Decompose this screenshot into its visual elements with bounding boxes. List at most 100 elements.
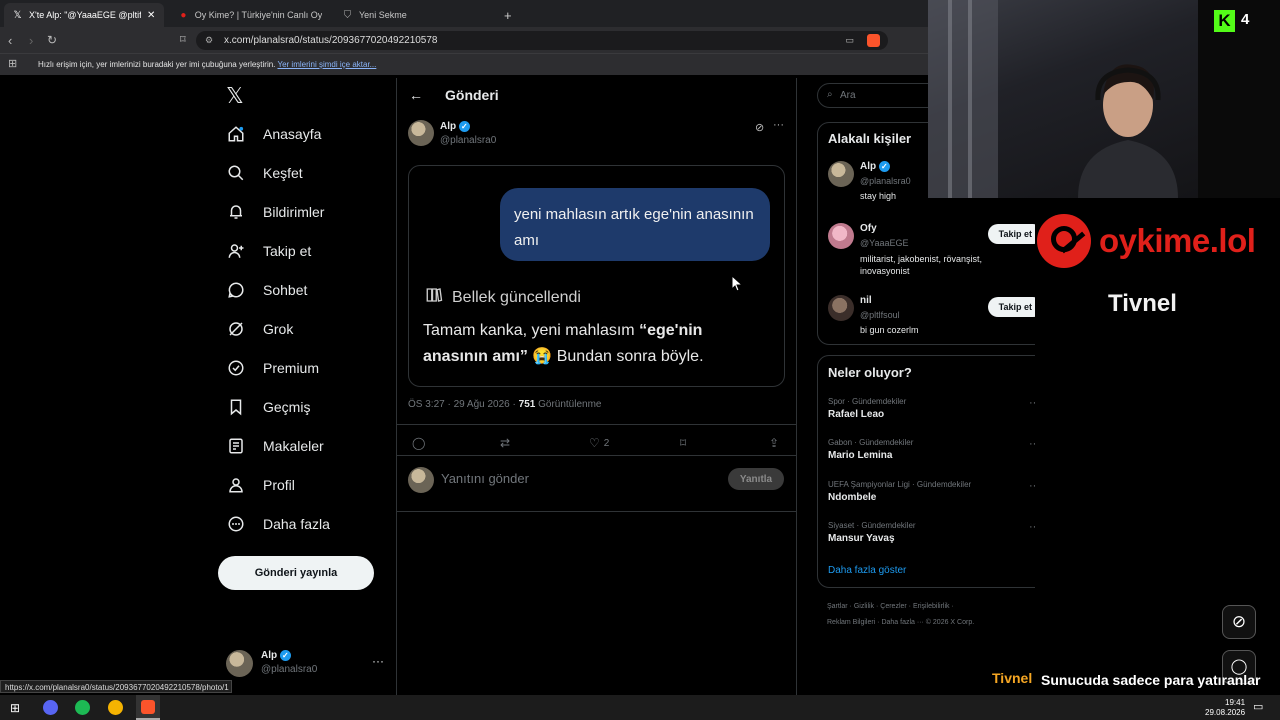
post-button[interactable]: Gönderi yayınla [218,556,374,590]
person-name: Ofy [860,223,877,234]
nav-item-articles[interactable]: Makaleler [218,426,396,465]
show-more-link[interactable]: Daha fazla göster [828,565,906,576]
repost-icon: ⇄ [500,436,511,450]
account-name: Alp [261,650,278,662]
discord-icon[interactable] [43,700,58,715]
back-arrow-icon[interactable]: ← [409,87,423,103]
profile-icon [224,473,248,497]
trend-item[interactable]: Siyaset · GündemdekilerMansur Yavaş··· [828,521,1040,544]
x-home-logo-icon[interactable]: 𝕏 [218,78,396,114]
nav-item-grok[interactable]: Grok [218,309,396,348]
account-switcher[interactable]: Alp ✓ @planalsra0 ··· [226,650,396,680]
more-dots-icon[interactable]: ··· [773,119,784,131]
nav-item-follow[interactable]: Takip et [218,231,396,270]
trend-item[interactable]: UEFA Şampiyonlar Ligi · Gündemdekiler Ndo… [828,480,1040,503]
nav-item-chat[interactable]: Sohbet [218,270,396,309]
tab-label: Yeni Sekme [359,10,407,20]
brave-lion-icon[interactable] [867,34,880,47]
spotify-icon[interactable] [75,700,90,715]
person-handle: @YaaaEGE [860,238,909,248]
clock-time: 19:41 [1225,698,1246,707]
grok-icon [224,317,248,341]
nav-item-profile[interactable]: Profil [218,465,396,504]
import-bookmarks-link[interactable]: Yer imlerini şimdi içe aktar... [277,60,376,69]
person-handle: @planalsra0 [860,176,911,186]
repost-action[interactable]: ⇄ [500,436,510,450]
trend-name: Mario Lemina [828,450,893,461]
tab-oykime[interactable]: ● Oy Kime? | Türkiye'nin Canlı Oy Hari..… [170,3,330,27]
reply-button[interactable]: Yanıtla [728,468,784,490]
kick-logo-icon: K [1214,10,1235,32]
new-tab-button[interactable]: + [496,3,520,27]
more-dots-icon[interactable]: ··· [372,654,384,668]
bookmark-page-icon[interactable]: ⌑ [180,33,186,46]
page-title: Gönderi [445,87,499,103]
tab-label: X'te Alp: "@YaaaEGE @pltifsoul [29,10,141,20]
trend-item[interactable]: Spor · GündemdekilerRafael Leao··· [828,397,1040,420]
person-handle: @pltlfsoul [860,310,900,320]
site-settings-icon[interactable]: ⚙ [205,31,213,50]
post-detail-column: ← Gönderi Alp ✓ @planalsra0 ⊘ ··· yeni m… [397,78,796,698]
apps-grid-icon[interactable]: ⊞ [8,57,17,70]
url-field[interactable]: ⚙ x.com/planalsra0/status/20936770204922… [196,31,888,50]
tab-new[interactable]: ⛉ Yeni Sekme [334,3,494,27]
nav-label: Takip et [263,242,312,259]
bookmark-icon [224,395,248,419]
bell-icon [224,200,248,224]
timestamp[interactable]: ÖS 3:27 · 29 Ağu 2026 · [408,399,519,410]
avatar [408,467,434,493]
brave-browser-taskbar[interactable] [136,695,160,720]
post-header: ← Gönderi [397,78,796,112]
nav-item-history[interactable]: Geçmiş [218,387,396,426]
url-text: x.com/planalsra0/status/2093677020492210… [224,35,438,46]
forward-icon[interactable]: › [29,33,33,48]
back-icon[interactable]: ‹ [8,33,12,48]
notification-icon[interactable]: ▭ [1253,700,1263,713]
reload-icon[interactable]: ↻ [47,33,57,47]
cast-icon[interactable]: ▭ [845,31,854,50]
divider [796,78,797,695]
footer-line[interactable]: Reklam Bilgileri · Daha fazla ··· © 2026… [827,615,974,631]
clock[interactable]: 19:41 29.08.2026 [1205,698,1245,718]
trend-category: Gabon · Gündemdekiler [828,438,914,447]
post-meta: ÖS 3:27 · 29 Ağu 2026 · 751 Görüntülenme [408,399,601,410]
reply-input[interactable]: Yanıtını gönder [441,471,529,486]
grok-float-icon[interactable]: ⊘ [1222,605,1256,639]
windows-start-icon[interactable]: ⊞ [10,701,20,715]
folder-icon[interactable] [108,700,123,715]
overlay-branding: oykime.lol Tivnel ⊘ ◯ [1035,198,1280,684]
bookmark-action[interactable]: ⌑ [680,436,686,450]
share-icon: ⇪ [769,436,780,450]
chat-bubble: yeni mahlasın artık ege'nin anasının amı [500,188,770,261]
trend-item[interactable]: Gabon · GündemdekilerMario Lemina··· [828,438,1040,461]
trend-name: Rafael Leao [828,409,885,420]
like-action[interactable]: ♡ 2 [589,436,609,450]
author-avatar[interactable] [408,120,434,146]
footer-line[interactable]: Şartlar · Gizlilik · Çerezler · Erişileb… [827,599,974,615]
close-icon[interactable]: ✕ [147,10,155,21]
panel-title: Alakalı kişiler [828,131,912,146]
bookmark-icon: ⌑ [680,436,687,450]
share-action[interactable]: ⇪ [769,436,779,450]
panel-title: Neler oluyor? [828,365,912,380]
oykime-logo-icon [1037,214,1091,268]
article-icon [224,434,248,458]
trend-name: Ndombele [828,492,877,503]
nav-item-notifications[interactable]: Bildirimler [218,192,396,231]
grok-icon[interactable]: ⊘ [755,121,764,134]
nav-item-more[interactable]: Daha fazla [218,504,396,543]
chat-overlay: Tivnel Sunucuda sadece para yatıranlar k… [992,670,1272,709]
nav-item-explore[interactable]: Keşfet [218,153,396,192]
bookmarks-hint: Hızlı erişim için, yer imlerinizi burada… [38,60,276,69]
person-item[interactable]: nil @pltlfsoul bi gun cozerlm Takip et [828,295,1043,339]
nav-item-home[interactable]: Anasayfa [218,114,396,153]
person-item[interactable]: Ofy @YaaaEGE militarist, jakobenist, röv… [828,223,1043,279]
avatar [828,223,854,249]
reply-action[interactable]: ◯ [412,436,425,450]
browser-tab-bar: 𝕏 X'te Alp: "@YaaaEGE @pltifsoul ✕ ● Oy … [0,0,928,27]
author-handle[interactable]: @planalsra0 [440,135,496,146]
author-name[interactable]: Alp [440,121,456,132]
tab-x-post[interactable]: 𝕏 X'te Alp: "@YaaaEGE @pltifsoul ✕ [4,3,164,27]
post-image[interactable]: yeni mahlasın artık ege'nin anasının amı… [408,165,785,387]
nav-item-premium[interactable]: Premium [218,348,396,387]
